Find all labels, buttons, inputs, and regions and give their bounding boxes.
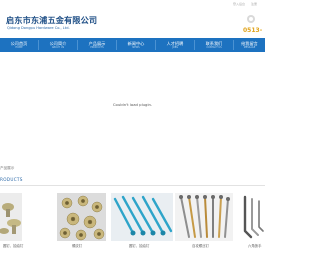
plugin-error-message: Couldn't load plugin. xyxy=(112,102,153,107)
nav-item-contact[interactable]: 联系我们 CONTACT US xyxy=(195,38,233,52)
phone-number: 0513- xyxy=(243,27,263,34)
product-image-3[interactable] xyxy=(111,193,173,241)
login-link[interactable]: 登入后台 xyxy=(233,2,245,6)
nav-item-sublabel: CONTACT US xyxy=(206,46,222,49)
nav-item-jobs[interactable]: 人才招聘 JOBS xyxy=(156,38,194,52)
product-caption-3[interactable]: 圆钉、抽油钉 xyxy=(129,244,149,249)
company-name-en: Qidong Dongpu Hardware Co., Ltd. xyxy=(7,26,70,30)
nav-item-home[interactable]: 公司首页 HOME xyxy=(0,38,38,52)
nav-item-sublabel: PRODUCTS xyxy=(90,46,104,49)
product-caption-4[interactable]: 自攻螺丝钉 xyxy=(192,244,209,249)
company-name-cn[interactable]: 启东市东浦五金有限公司 xyxy=(6,15,97,25)
register-link[interactable]: 注册 xyxy=(251,2,257,6)
product-caption-5[interactable]: 六角扳手 xyxy=(248,244,262,249)
section-divider xyxy=(0,185,265,186)
phone-icon xyxy=(247,15,255,23)
product-image-4[interactable] xyxy=(175,193,233,241)
product-caption-1[interactable]: 圆钉、抽油钉 xyxy=(3,244,23,249)
section-title: RODUCTS xyxy=(0,177,23,182)
main-nav: 公司首页 HOME 公司简介 ABOUT US 产品展示 PRODUCTS 新闻… xyxy=(0,38,265,52)
page-footer-area xyxy=(0,255,265,269)
nav-item-products[interactable]: 产品展示 PRODUCTS xyxy=(78,38,116,52)
product-caption-2[interactable]: 螺纹钉 xyxy=(72,244,82,249)
nav-item-message[interactable]: 给我留言 MESSAGE xyxy=(234,38,265,52)
top-bar: 登入后台 注册 xyxy=(0,0,265,8)
nav-item-sublabel: NEWS xyxy=(132,46,140,49)
nav-item-sublabel: JOBS xyxy=(172,46,178,49)
nav-item-sublabel: MESSAGE xyxy=(243,46,256,49)
nav-item-news[interactable]: 新闻中心 NEWS xyxy=(117,38,155,52)
breadcrumb: 产品展示 xyxy=(0,166,15,170)
product-gallery xyxy=(0,193,265,241)
nav-item-sublabel: HOME xyxy=(15,46,23,49)
product-image-2[interactable] xyxy=(57,193,106,241)
nav-item-about[interactable]: 公司简介 ABOUT US xyxy=(39,38,77,52)
plugin-placeholder: Couldn't load plugin. xyxy=(0,52,265,160)
product-image-5[interactable] xyxy=(237,193,265,241)
product-image-1[interactable] xyxy=(0,193,22,241)
phone-block: 0513- xyxy=(243,12,265,36)
nav-item-sublabel: ABOUT US xyxy=(51,46,65,49)
